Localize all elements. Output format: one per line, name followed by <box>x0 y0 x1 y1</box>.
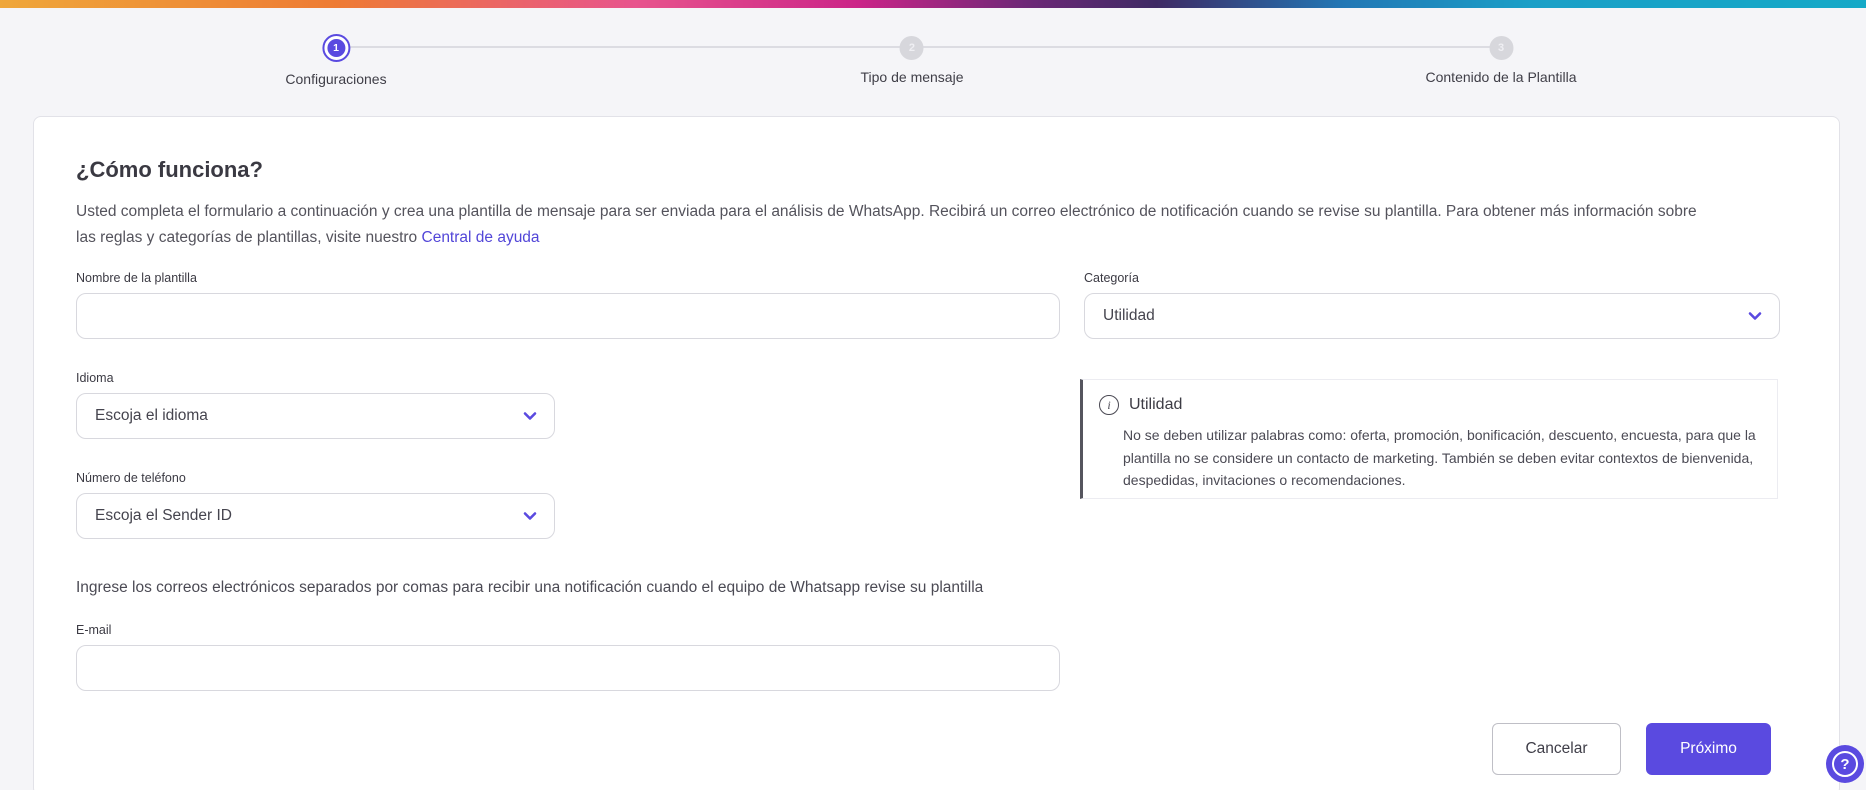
category-select-value: Utilidad <box>1103 307 1155 324</box>
language-label: Idioma <box>76 371 114 385</box>
category-label: Categoría <box>1084 271 1139 285</box>
stepper-step-configuraciones[interactable]: 1 Configuraciones <box>285 34 387 87</box>
sender-id-select-value: Escoja el Sender ID <box>95 507 232 524</box>
question-mark-icon: ? <box>1832 751 1858 777</box>
step-1-number: 1 <box>326 39 345 57</box>
step-1-label: Configuraciones <box>285 71 387 87</box>
template-name-label: Nombre de la plantilla <box>76 271 197 285</box>
brand-gradient-bar <box>0 0 1866 8</box>
sender-id-select[interactable]: Escoja el Sender ID <box>76 493 555 539</box>
info-box-text: No se deben utilizar palabras como: ofer… <box>1123 427 1756 488</box>
help-fab-button[interactable]: ? <box>1826 745 1864 783</box>
stepper-step-tipo-de-mensaje[interactable]: 2 Tipo de mensaje <box>860 34 964 85</box>
stepper-step-contenido-plantilla[interactable]: 3 Contenido de la Plantilla <box>1426 34 1577 85</box>
step-2-label: Tipo de mensaje <box>860 69 964 85</box>
language-select[interactable]: Escoja el idioma <box>76 393 555 439</box>
phone-number-label: Número de teléfono <box>76 471 186 485</box>
chevron-down-icon <box>523 512 537 520</box>
cancel-button[interactable]: Cancelar <box>1492 723 1621 775</box>
page-title: ¿Cómo funciona? <box>76 157 263 182</box>
info-box-title: Utilidad <box>1129 396 1183 413</box>
next-button[interactable]: Próximo <box>1646 723 1771 775</box>
intro-text-body: Usted completa el formulario a continuac… <box>76 203 1697 246</box>
language-select-value: Escoja el idioma <box>95 407 208 424</box>
step-3-circle: 3 <box>1489 36 1513 60</box>
info-box-header: i Utilidad <box>1099 395 1182 415</box>
info-icon: i <box>1099 395 1119 415</box>
intro-text: Usted completa el formulario a continuac… <box>76 199 1716 251</box>
template-settings-card: ¿Cómo funciona? Usted completa el formul… <box>33 116 1840 790</box>
category-info-box: i Utilidad No se deben utilizar palabras… <box>1080 379 1778 499</box>
email-input[interactable] <box>76 645 1060 691</box>
category-select[interactable]: Utilidad <box>1084 293 1780 339</box>
template-name-input[interactable] <box>76 293 1060 339</box>
step-3-label: Contenido de la Plantilla <box>1425 69 1577 85</box>
email-label: E-mail <box>76 623 112 637</box>
chevron-down-icon <box>523 412 537 420</box>
chevron-down-icon <box>1748 312 1762 320</box>
step-2-circle: 2 <box>899 36 924 60</box>
email-instruction-text: Ingrese los correos electrónicos separad… <box>76 579 984 596</box>
help-center-link[interactable]: Central de ayuda <box>422 229 540 246</box>
step-1-circle: 1 <box>321 34 350 62</box>
